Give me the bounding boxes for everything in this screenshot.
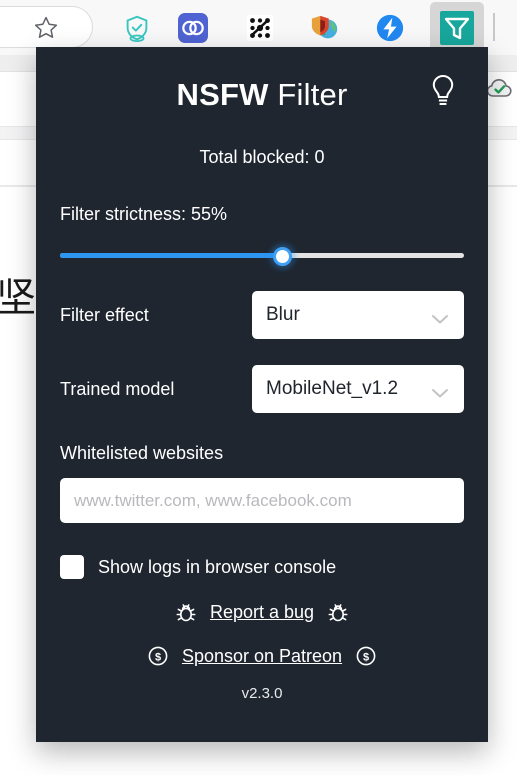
bug-icon bbox=[327, 601, 349, 623]
filter-effect-value: Blur bbox=[266, 304, 300, 325]
bug-icon bbox=[175, 601, 197, 623]
nsfw-filter-funnel-icon[interactable] bbox=[440, 11, 474, 45]
page-title: NSFW Filter bbox=[177, 77, 348, 113]
globe-shield-extension-icon[interactable] bbox=[308, 11, 342, 45]
version-text: v2.3.0 bbox=[241, 685, 283, 702]
screen: 坚 NSFW Filter Total blocked: 0 Filter st… bbox=[0, 0, 517, 775]
dollar-circle-icon: $ bbox=[355, 645, 377, 667]
node-graph-extension-icon[interactable] bbox=[243, 11, 277, 45]
dollar-circle-icon: $ bbox=[147, 645, 169, 667]
filter-effect-label: Filter effect bbox=[60, 304, 149, 325]
bookmark-star-icon[interactable] bbox=[33, 15, 59, 41]
whitelist-section: Whitelisted websites bbox=[60, 443, 464, 523]
toolbar-divider bbox=[493, 13, 495, 41]
lightning-bolt-extension-icon[interactable] bbox=[373, 11, 407, 45]
whitelist-label: Whitelisted websites bbox=[60, 443, 224, 463]
slider-track-fill bbox=[60, 253, 283, 258]
show-logs-label: Show logs in browser console bbox=[98, 556, 337, 577]
chevron-down-icon bbox=[430, 383, 450, 398]
show-logs-row[interactable]: Show logs in browser console bbox=[60, 555, 464, 579]
report-bug-row: Report a bug bbox=[60, 601, 464, 623]
whitelist-input[interactable] bbox=[60, 478, 464, 523]
filter-effect-row: Filter effect Blur bbox=[60, 291, 464, 339]
chevron-down-icon bbox=[430, 309, 450, 324]
svg-text:$: $ bbox=[155, 652, 161, 664]
cloud-check-icon bbox=[486, 77, 514, 101]
slider-thumb[interactable] bbox=[273, 247, 293, 266]
lightbulb-icon[interactable] bbox=[428, 73, 458, 111]
svg-text:$: $ bbox=[363, 652, 369, 664]
sponsor-row: $ Sponsor on Patreon $ bbox=[60, 645, 464, 667]
linked-rings-extension-icon[interactable] bbox=[176, 11, 210, 45]
shield-check-extension-icon[interactable] bbox=[120, 11, 154, 45]
total-blocked-text: Total blocked: 0 bbox=[199, 147, 325, 167]
filter-effect-select[interactable]: Blur bbox=[252, 291, 464, 339]
show-logs-checkbox[interactable] bbox=[60, 555, 84, 579]
trained-model-row: Trained model MobileNet_v1.2 bbox=[60, 365, 464, 413]
nsfw-filter-popup: NSFW Filter Total blocked: 0 Filter stri… bbox=[36, 47, 488, 742]
strictness-slider[interactable] bbox=[60, 247, 464, 266]
strictness-label: Filter strictness: 55% bbox=[60, 204, 228, 224]
trained-model-label: Trained model bbox=[60, 378, 175, 399]
trained-model-value: MobileNet_v1.2 bbox=[266, 378, 399, 399]
trained-model-select[interactable]: MobileNet_v1.2 bbox=[252, 365, 464, 413]
popup-header: NSFW Filter bbox=[60, 47, 464, 143]
report-a-bug-link[interactable]: Report a bug bbox=[210, 602, 314, 623]
page-text-character: 坚 bbox=[0, 275, 36, 321]
strictness-section: Filter strictness: 55% bbox=[60, 204, 464, 266]
sponsor-on-patreon-link[interactable]: Sponsor on Patreon bbox=[182, 646, 342, 667]
title-light-part: Filter bbox=[268, 77, 348, 112]
title-bold-part: NSFW bbox=[176, 77, 269, 112]
